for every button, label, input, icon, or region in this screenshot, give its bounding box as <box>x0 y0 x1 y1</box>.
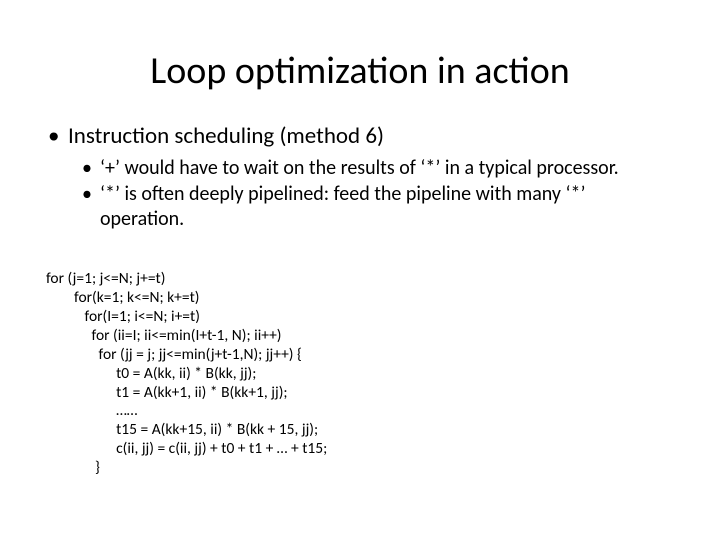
code-line: …… <box>46 401 138 420</box>
code-line: for (ii=I; ii<=min(I+t-1, N); ii++) <box>46 326 282 345</box>
code-line: } <box>46 458 100 477</box>
code-line: c(ii, jj) = c(ii, jj) + t0 + t1 + … + t1… <box>46 439 327 458</box>
bullet-level2-a: ‘+’ would have to wait on the results of… <box>46 156 674 180</box>
code-block: for (j=1; j<=N; j+=t) for(k=1; k<=N; k+=… <box>46 251 674 478</box>
code-line: for(I=1; i<=N; i+=t) <box>46 307 200 326</box>
code-line: for (jj = j; jj<=min(j+t-1,N); jj++) { <box>46 345 302 364</box>
slide-body: Instruction scheduling (method 6) ‘+’ wo… <box>0 122 720 478</box>
code-line: t15 = A(kk+15, ii) * B(kk + 15, jj); <box>46 420 318 439</box>
code-line: t1 = A(kk+1, ii) * B(kk+1, jj); <box>46 383 288 402</box>
bullet-level2-b: ‘*’ is often deeply pipelined: feed the … <box>46 182 674 231</box>
code-line: t0 = A(kk, ii) * B(kk, jj); <box>46 364 256 383</box>
slide-title: Loop optimization in action <box>0 0 720 122</box>
bullet-level1: Instruction scheduling (method 6) <box>46 122 674 150</box>
code-line: for (j=1; j<=N; j+=t) <box>46 269 165 288</box>
code-line: for(k=1; k<=N; k+=t) <box>46 288 200 307</box>
